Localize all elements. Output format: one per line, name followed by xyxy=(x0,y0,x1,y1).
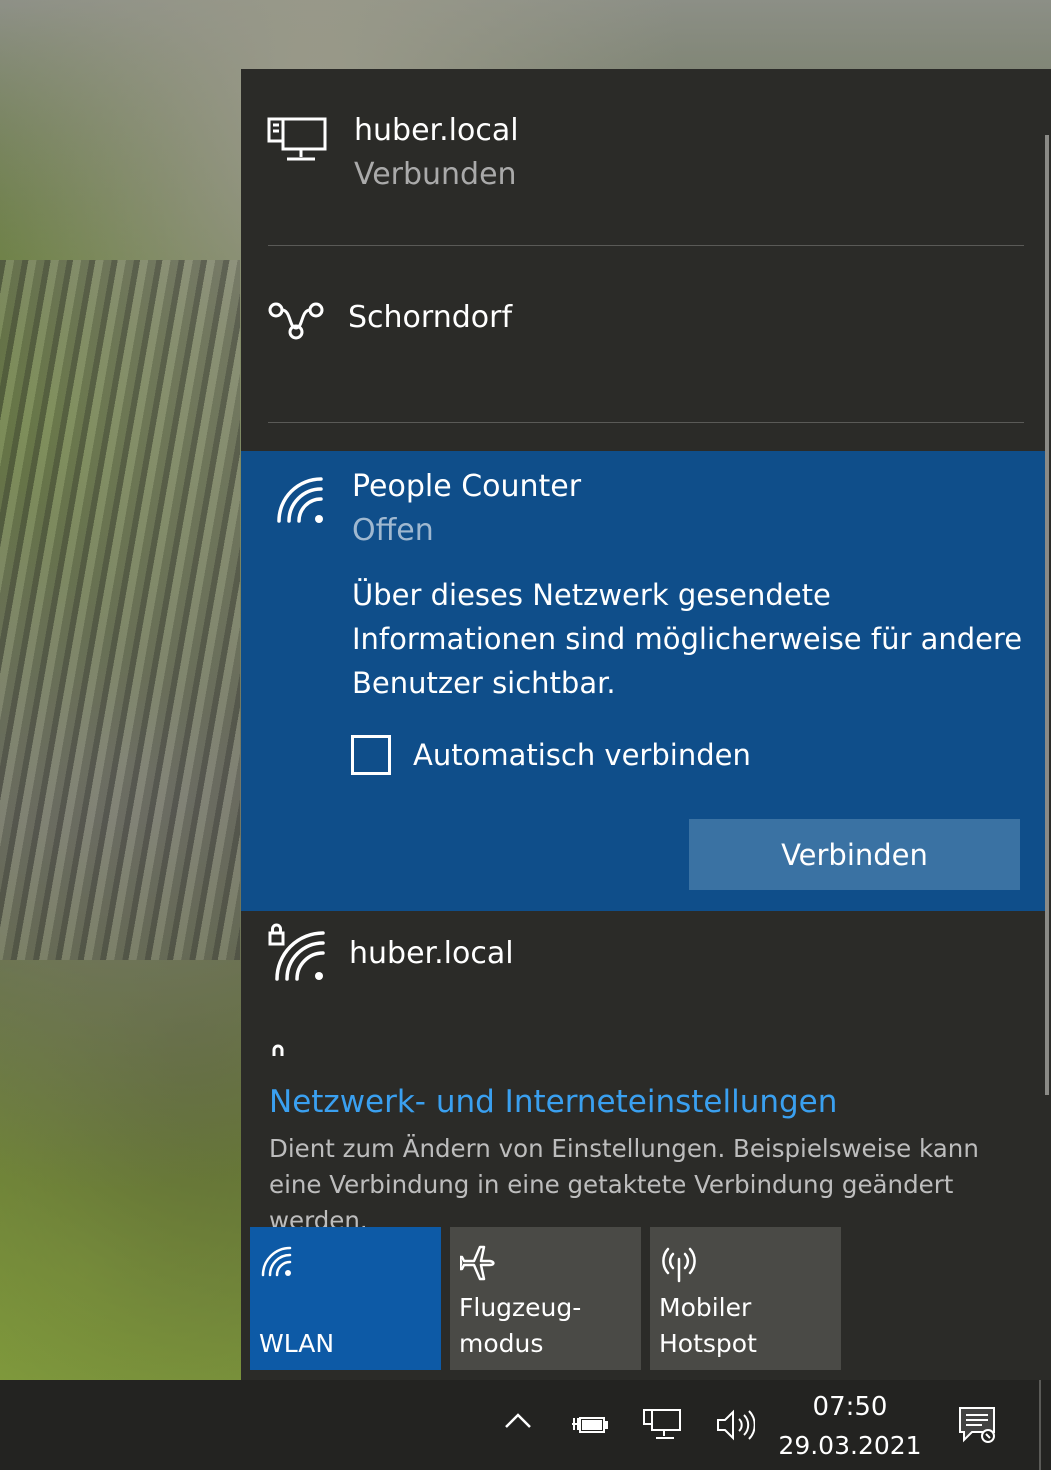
notification-icon[interactable] xyxy=(958,1406,998,1448)
network-item-ethernet[interactable]: huber.local Verbunden xyxy=(241,69,1045,245)
network-settings-description: Dient zum Ändern von Einstellungen. Beis… xyxy=(269,1134,979,1235)
taskbar-clock[interactable]: 07:50 29.03.2021 xyxy=(770,1388,930,1466)
wifi-icon xyxy=(260,1245,294,1281)
scrollbar-thumb[interactable] xyxy=(1045,135,1049,1095)
network-status: Verbunden xyxy=(354,157,517,192)
scrollbar[interactable] xyxy=(1045,99,1051,1095)
dialup-icon xyxy=(267,298,325,346)
wifi-icon xyxy=(275,475,327,529)
clock-date: 29.03.2021 xyxy=(778,1431,922,1460)
wallpaper-rock-texture xyxy=(0,260,240,960)
network-item-dialup[interactable]: Schorndorf xyxy=(241,246,1045,422)
lock-icon xyxy=(271,1041,285,1060)
battery-charging-icon[interactable] xyxy=(570,1408,610,1442)
checkbox-box[interactable] xyxy=(351,735,391,775)
hotspot-icon xyxy=(660,1245,698,1287)
wlan-toggle[interactable]: WLAN xyxy=(250,1227,441,1370)
network-status: Offen xyxy=(352,513,434,548)
volume-icon[interactable] xyxy=(715,1408,756,1446)
wifi-secured-icon xyxy=(267,921,327,987)
airplane-icon xyxy=(458,1245,498,1287)
quick-action-tiles: WLAN Flugzeug- modus Mobiler Hotspot xyxy=(250,1227,841,1370)
network-settings-link[interactable]: Netzwerk- und Interneteinstellungen xyxy=(269,1084,837,1120)
network-flyout: huber.local Verbunden Schorndorf People … xyxy=(241,69,1051,1380)
divider xyxy=(268,422,1024,423)
network-name: huber.local xyxy=(354,113,519,148)
network-icon[interactable] xyxy=(642,1408,682,1446)
tile-label: Flugzeug- modus xyxy=(459,1293,582,1358)
network-item-selected[interactable]: People Counter Offen Über dieses Netzwer… xyxy=(241,451,1045,911)
network-name: People Counter xyxy=(352,469,582,504)
ethernet-icon xyxy=(267,115,327,169)
airplane-mode-toggle[interactable]: Flugzeug- modus xyxy=(450,1227,641,1370)
tile-label: Mobiler Hotspot xyxy=(659,1293,757,1358)
taskbar: 07:50 29.03.2021 xyxy=(0,1380,1051,1470)
connect-button[interactable]: Verbinden xyxy=(689,819,1020,890)
auto-connect-label: Automatisch verbinden xyxy=(413,738,751,772)
show-desktop-button[interactable] xyxy=(1039,1380,1041,1470)
network-item-secured-wifi[interactable]: huber.local xyxy=(241,911,1045,1041)
auto-connect-checkbox[interactable]: Automatisch verbinden xyxy=(351,733,751,777)
clock-time: 07:50 xyxy=(812,1392,888,1422)
network-name: huber.local xyxy=(349,936,514,971)
tile-label: WLAN xyxy=(259,1329,335,1358)
network-name: Schorndorf xyxy=(348,300,513,335)
security-warning: Über dieses Netzwerk gesendete Informati… xyxy=(352,578,1023,700)
chevron-up-icon[interactable] xyxy=(503,1410,533,1434)
mobile-hotspot-toggle[interactable]: Mobiler Hotspot xyxy=(650,1227,841,1370)
